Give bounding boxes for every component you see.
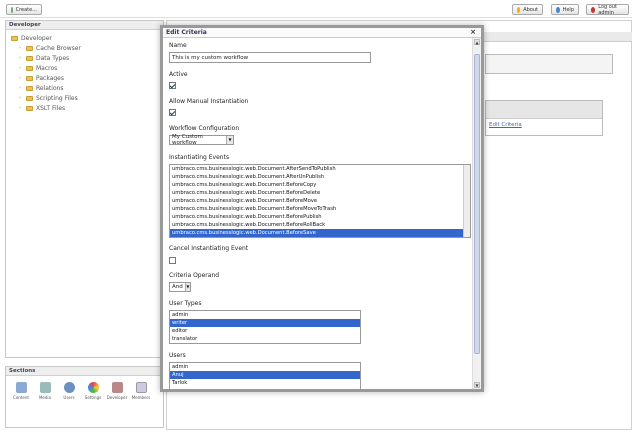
chevron-down-icon: ▼: [226, 136, 233, 144]
list-item[interactable]: umbraco.cms.businesslogic.web.Document.B…: [170, 213, 470, 221]
folder-icon: [26, 45, 33, 51]
list-item-selected[interactable]: umbraco.cms.businesslogic.web.Document.B…: [170, 229, 470, 237]
folder-icon: [26, 65, 33, 71]
tree-item[interactable]: › Scripting Files: [11, 93, 158, 103]
create-icon: [11, 6, 13, 13]
name-label: Name: [169, 42, 187, 49]
scrollbar-thumb[interactable]: [474, 54, 480, 354]
list-item[interactable]: translator: [170, 335, 360, 343]
users-list[interactable]: admin Anuj Tarlok: [169, 362, 361, 389]
list-item[interactable]: umbraco.cms.businesslogic.web.Document.B…: [170, 205, 470, 213]
user-types-list[interactable]: admin writer editor translator: [169, 310, 361, 344]
help-icon: [556, 6, 560, 13]
panel-title: Developer: [6, 21, 163, 30]
workflow-config-select[interactable]: My Custom workflow ▼: [169, 134, 234, 146]
scroll-up-icon[interactable]: ▲: [474, 39, 480, 45]
section-users[interactable]: Users: [58, 382, 80, 400]
list-item[interactable]: Tarlok: [170, 379, 360, 387]
list-item[interactable]: umbraco.cms.businesslogic.web.Document.B…: [170, 197, 470, 205]
users-label: Users: [169, 352, 186, 359]
list-item-selected[interactable]: Anuj: [170, 371, 360, 379]
manual-instantiation-label: Allow Manual Instantiation: [169, 98, 249, 105]
close-icon[interactable]: ×: [470, 28, 476, 36]
cancel-event-label: Cancel Instantiating Event: [169, 245, 249, 252]
chevron-down-icon: ▼: [184, 283, 190, 291]
logout-button[interactable]: Log out admin: [586, 4, 629, 16]
list-item[interactable]: umbraco.cms.businesslogic.web.Document.A…: [170, 173, 470, 181]
dialog-body: Name Active Allow Manual Instantiation W…: [163, 38, 473, 389]
members-icon: [135, 382, 147, 393]
section-members[interactable]: Members: [130, 382, 152, 400]
folder-icon: [11, 35, 18, 41]
list-item[interactable]: editor: [170, 327, 360, 335]
sections-title: Sections: [6, 367, 163, 376]
content-icon: [15, 382, 27, 393]
developer-tree-panel: Developer Developer › Cache Browser › Data…: [5, 20, 164, 358]
criteria-operand-label: Criteria Operand: [169, 272, 220, 279]
tree-item[interactable]: › Packages: [11, 73, 158, 83]
folder-icon: [26, 95, 33, 101]
top-bar: Create... About Help Log out admin: [0, 0, 632, 18]
list-item[interactable]: umbraco.cms.businesslogic.web.Document.B…: [170, 189, 470, 197]
criteria-operand-select[interactable]: And ▼: [169, 282, 191, 292]
active-checkbox[interactable]: [169, 82, 176, 89]
section-settings[interactable]: Settings: [82, 382, 104, 400]
workflow-config-label: Workflow Configuration: [169, 125, 240, 132]
tree-item[interactable]: › XSLT Files: [11, 103, 158, 113]
section-media[interactable]: Media: [34, 382, 56, 400]
edit-criteria-link[interactable]: Edit Criteria: [486, 119, 602, 131]
dialog-title: Edit Criteria: [166, 29, 207, 36]
help-button[interactable]: Help: [551, 4, 579, 15]
about-icon: [517, 6, 521, 13]
developer-icon: [111, 382, 123, 393]
manual-instantiation-checkbox[interactable]: [169, 109, 176, 116]
dialog-title-bar: Edit Criteria ×: [163, 28, 481, 38]
list-item[interactable]: umbraco.cms.businesslogic.web.Document.B…: [170, 221, 470, 229]
list-scrollbar[interactable]: [463, 165, 470, 237]
tree-item[interactable]: › Data Types: [11, 53, 158, 63]
info-box: [485, 54, 613, 74]
section-developer[interactable]: Developer: [106, 382, 128, 400]
user-types-label: User Types: [169, 300, 202, 307]
dialog-scrollbar[interactable]: ▲ ▼: [472, 38, 481, 389]
cancel-event-checkbox[interactable]: [169, 257, 176, 264]
logout-icon: [591, 6, 596, 13]
list-item[interactable]: admin: [170, 363, 360, 371]
folder-icon: [26, 75, 33, 81]
active-label: Active: [169, 71, 188, 78]
name-input[interactable]: [169, 52, 371, 63]
folder-icon: [26, 105, 33, 111]
list-item-selected[interactable]: writer: [170, 319, 360, 327]
tree-root[interactable]: Developer: [11, 33, 158, 43]
criteria-box: Edit Criteria: [485, 100, 603, 136]
tree-item[interactable]: › Macros: [11, 63, 158, 73]
instantiating-events-list[interactable]: umbraco.cms.businesslogic.web.Document.A…: [169, 164, 471, 238]
section-content[interactable]: Content: [10, 382, 32, 400]
list-item[interactable]: umbraco.cms.businesslogic.web.Document.A…: [170, 165, 470, 173]
media-icon: [39, 382, 51, 393]
folder-icon: [26, 55, 33, 61]
sections-panel: Sections Content Media Users Settings De…: [5, 366, 164, 428]
scroll-down-icon[interactable]: ▼: [474, 382, 480, 388]
list-item[interactable]: admin: [170, 311, 360, 319]
tree-item[interactable]: › Cache Browser: [11, 43, 158, 53]
create-button[interactable]: Create...: [6, 4, 42, 15]
list-item[interactable]: umbraco.cms.businesslogic.web.Document.B…: [170, 181, 470, 189]
tree-item[interactable]: › Relations: [11, 83, 158, 93]
about-button[interactable]: About: [512, 4, 543, 15]
users-icon: [63, 382, 75, 393]
edit-criteria-dialog: Edit Criteria × Name Active Allow Manual…: [160, 25, 484, 392]
folder-icon: [26, 85, 33, 91]
instantiating-events-label: Instantiating Events: [169, 154, 230, 161]
settings-icon: [87, 382, 99, 393]
